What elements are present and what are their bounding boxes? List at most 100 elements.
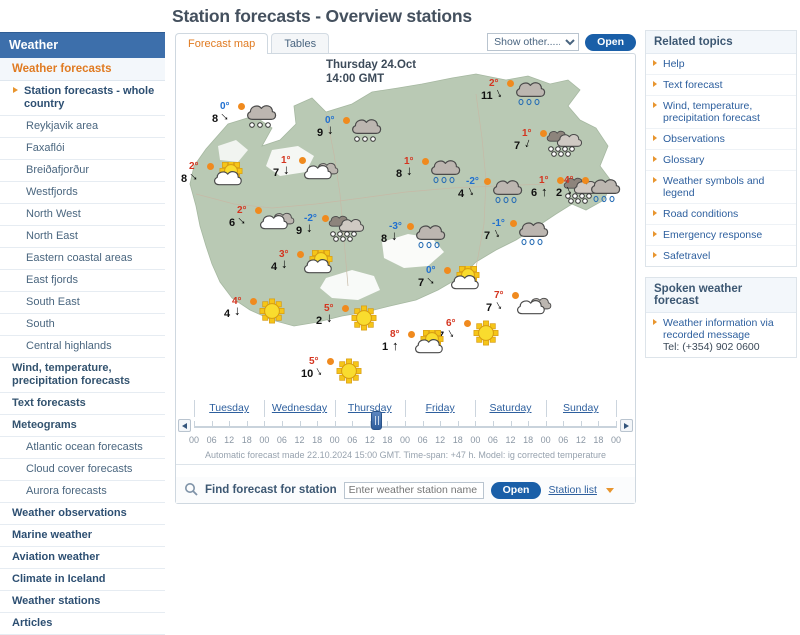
- sidebar-item-central-highlands[interactable]: Central highlands: [0, 336, 165, 358]
- wind-direction-arrow-icon: ↑: [306, 222, 313, 237]
- show-other-select[interactable]: Show other......: [487, 33, 580, 51]
- day-separator: [334, 400, 336, 417]
- tab-controls: Show other...... Open: [487, 33, 636, 51]
- sidebar-item-eastern-coastal-areas[interactable]: Eastern coastal areas: [0, 248, 165, 270]
- open-button[interactable]: Open: [585, 33, 636, 51]
- tab-bar: Forecast map Tables Show other...... Ope…: [165, 33, 640, 55]
- related-topic-label: Text forecast: [663, 79, 723, 91]
- related-topic-glossary[interactable]: Glossary: [646, 150, 796, 171]
- sidebar-item-north-west[interactable]: North West: [0, 204, 165, 226]
- station-list-link[interactable]: Station list: [548, 484, 596, 496]
- find-open-button[interactable]: Open: [490, 481, 542, 499]
- slider-prev-icon[interactable]: [178, 419, 191, 432]
- wind-direction-arrow-icon: ↑: [391, 230, 398, 245]
- tab-tables[interactable]: Tables: [271, 33, 330, 54]
- bullet-triangle-icon: [653, 60, 657, 66]
- wind-direction-arrow-icon: ↑: [281, 258, 288, 273]
- hour-label: 18: [312, 435, 323, 445]
- slider-handle[interactable]: [370, 411, 382, 430]
- day-tab-friday[interactable]: Friday: [405, 402, 475, 414]
- slider-tick: [422, 421, 424, 427]
- forecast-map[interactable]: Thursday 24.Oct 14:00 GMT 0° 8 ↑ 0° 9 ↑ 2° 11 ↑ 2…: [176, 54, 635, 399]
- slider-tick: [580, 421, 582, 427]
- sidebar-subheader[interactable]: Weather forecasts: [0, 58, 165, 81]
- sidebar-item-weather-observations[interactable]: Weather observations: [0, 503, 165, 525]
- day-tab-thursday[interactable]: Thursday: [335, 402, 405, 414]
- related-topic-wind-temperature-precipitation-forecast[interactable]: Wind, temperature, precipitation forecas…: [646, 96, 796, 129]
- sidebar-item-atlantic-ocean-forecasts[interactable]: Atlantic ocean forecasts: [0, 437, 165, 459]
- sidebar-item-label: Central highlands: [26, 340, 112, 352]
- sidebar-item-south-east[interactable]: South East: [0, 292, 165, 314]
- tab-forecast-map[interactable]: Forecast map: [175, 33, 269, 54]
- weather-symbol-cloud-rain-icon: [424, 157, 466, 188]
- sidebar-item-marine-weather[interactable]: Marine weather: [0, 525, 165, 547]
- sidebar-item-weather-stations[interactable]: Weather stations: [0, 591, 165, 613]
- spoken-forecast-header: Spoken weather forecast: [646, 278, 796, 313]
- hour-label: 18: [523, 435, 534, 445]
- sidebar-item-wind-temperature-precipitation-forecasts[interactable]: Wind, temperature, precipitation forecas…: [0, 358, 165, 393]
- sidebar-item-label: Breiðafjorður: [26, 164, 89, 176]
- station-wind-speed: 8: [212, 113, 219, 125]
- wind-direction-arrow-icon: ↑: [283, 164, 290, 179]
- sidebar-item-south[interactable]: South: [0, 314, 165, 336]
- station-search-input[interactable]: [343, 481, 484, 499]
- chevron-down-icon[interactable]: [605, 487, 614, 493]
- weather-symbol-sun-cloud-icon: [446, 263, 488, 297]
- hour-label: 18: [241, 435, 252, 445]
- related-topic-help[interactable]: Help: [646, 54, 796, 75]
- weather-symbol-cloud-rain-icon: [409, 222, 451, 253]
- wind-direction-arrow-icon: ↑: [406, 165, 413, 180]
- hour-label: 18: [382, 435, 393, 445]
- day-tab-sunday[interactable]: Sunday: [546, 402, 616, 414]
- sidebar-item-aurora-forecasts[interactable]: Aurora forecasts: [0, 481, 165, 503]
- sidebar-item-westfjords[interactable]: Westfjords: [0, 182, 165, 204]
- related-topic-safetravel[interactable]: Safetravel: [646, 246, 796, 266]
- sidebar-item-label: Articles: [12, 617, 53, 629]
- hour-label: 18: [593, 435, 604, 445]
- day-tab-tuesday[interactable]: Tuesday: [194, 402, 264, 414]
- slider-tick: [369, 421, 371, 427]
- related-topic-road-conditions[interactable]: Road conditions: [646, 204, 796, 225]
- hour-label: 00: [188, 435, 199, 445]
- slider-tick: [352, 421, 354, 427]
- slider-tick: [563, 421, 565, 427]
- hour-label: 00: [329, 435, 340, 445]
- sidebar-item-reykjavik-area[interactable]: Reykjavik area: [0, 116, 165, 138]
- sidebar-item-articles[interactable]: Articles: [0, 613, 165, 635]
- related-topic-label: Observations: [663, 133, 725, 145]
- related-topic-observations[interactable]: Observations: [646, 129, 796, 150]
- sidebar-item-north-east[interactable]: North East: [0, 226, 165, 248]
- spoken-forecast-item[interactable]: Weather information via recorded message…: [646, 313, 796, 357]
- sidebar-item-label: Atlantic ocean forecasts: [26, 441, 143, 453]
- wind-direction-arrow-icon: ↑: [392, 338, 399, 353]
- time-slider[interactable]: [176, 411, 635, 436]
- sidebar-item-brei-afjor-ur[interactable]: Breiðafjorður: [0, 160, 165, 182]
- sidebar-item-cloud-cover-forecasts[interactable]: Cloud cover forecasts: [0, 459, 165, 481]
- related-topic-text-forecast[interactable]: Text forecast: [646, 75, 796, 96]
- station-wind-speed: 8: [396, 168, 403, 180]
- hour-label: 00: [399, 435, 410, 445]
- sidebar-item-aviation-weather[interactable]: Aviation weather: [0, 547, 165, 569]
- sidebar-item-east-fjords[interactable]: East fjords: [0, 270, 165, 292]
- forecast-panel: Thursday 24.Oct 14:00 GMT 0° 8 ↑ 0° 9 ↑ 2° 11 ↑ 2…: [175, 53, 636, 504]
- sidebar-item-faxafl-i[interactable]: Faxaflói: [0, 138, 165, 160]
- day-tab-saturday[interactable]: Saturday: [475, 402, 545, 414]
- station-wind-speed: 9: [296, 225, 303, 237]
- map-date-day: Thursday 24.Oct: [326, 59, 417, 71]
- related-topic-label: Safetravel: [663, 250, 711, 262]
- sidebar-item-meteograms[interactable]: Meteograms: [0, 415, 165, 437]
- page-title: Station forecasts - Overview stations: [172, 6, 472, 26]
- sidebar-item-climate-in-iceland[interactable]: Climate in Iceland: [0, 569, 165, 591]
- spoken-forecast-box: Spoken weather forecast Weather informat…: [645, 277, 797, 358]
- related-topic-weather-symbols-and-legend[interactable]: Weather symbols and legend: [646, 171, 796, 204]
- related-topic-label: Road conditions: [663, 208, 739, 220]
- sidebar-item-station-forecasts-whole-country[interactable]: Station forecasts - whole country: [0, 81, 165, 116]
- day-tab-wednesday[interactable]: Wednesday: [264, 402, 334, 414]
- related-topic-emergency-response[interactable]: Emergency response: [646, 225, 796, 246]
- station-wind-speed: 4: [458, 188, 465, 200]
- sidebar-item-text-forecasts[interactable]: Text forecasts: [0, 393, 165, 415]
- related-topics-list: Help Text forecast Wind, temperature, prec…: [646, 54, 796, 266]
- sidebar-item-label: Station forecasts - whole country: [24, 85, 155, 110]
- slider-next-icon[interactable]: [620, 419, 633, 432]
- sidebar-item-label: Weather stations: [12, 595, 101, 607]
